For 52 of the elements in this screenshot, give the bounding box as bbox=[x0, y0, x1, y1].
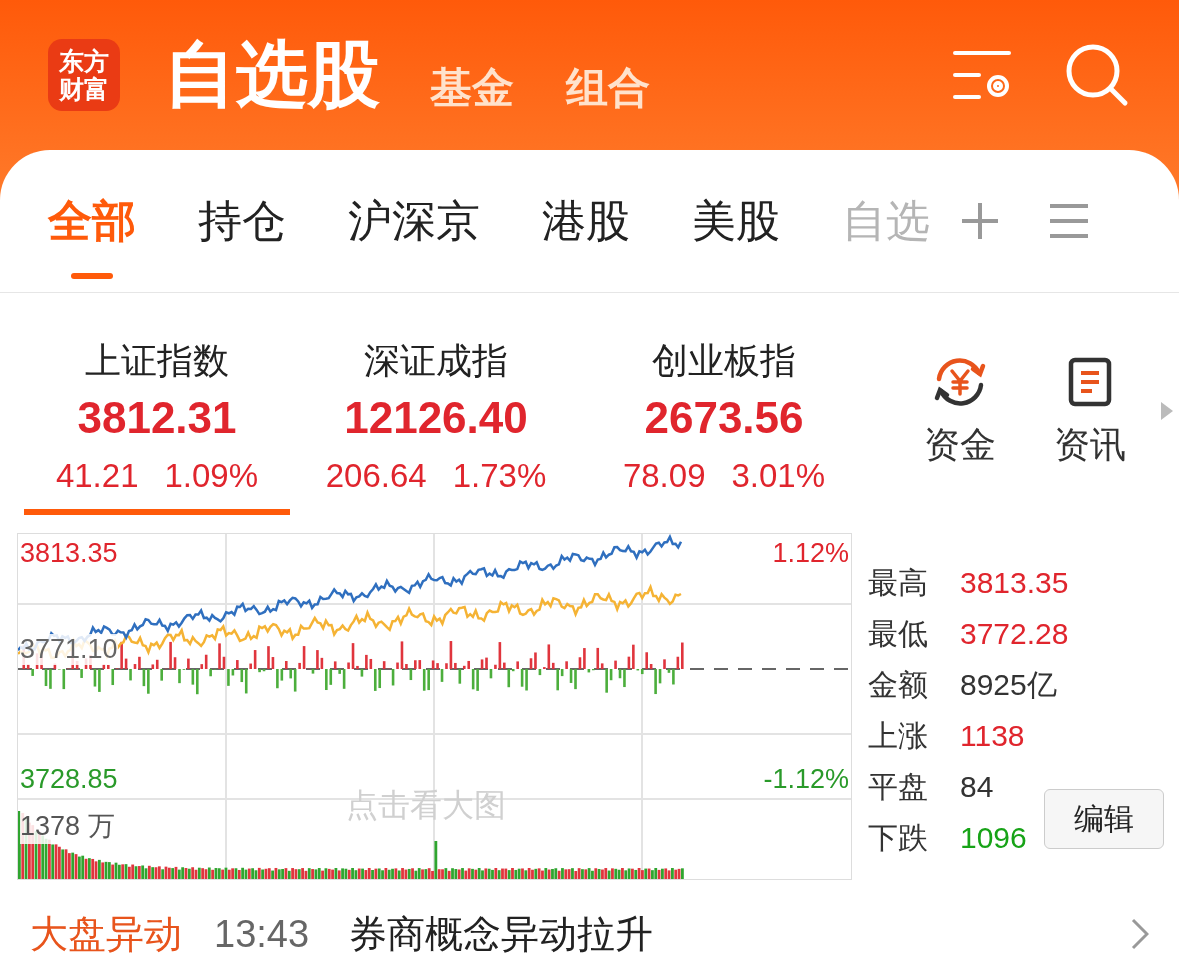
yuan-cycle-icon[interactable] bbox=[933, 357, 987, 407]
stat-value: 1096 bbox=[960, 820, 1027, 856]
triangle-right-icon[interactable] bbox=[1160, 401, 1174, 421]
stat-value: 3772.28 bbox=[960, 616, 1069, 652]
tab[interactable]: 美股 bbox=[692, 163, 780, 279]
index-percent: 1.73% bbox=[452, 456, 547, 496]
edit-button[interactable]: 编辑 bbox=[1044, 789, 1164, 849]
chevron-right-icon[interactable] bbox=[1131, 918, 1149, 950]
stat-label: 下跌 bbox=[868, 820, 928, 856]
stat-value: 3813.35 bbox=[960, 565, 1069, 601]
index-percent: 1.09% bbox=[164, 456, 259, 496]
index-value: 12126.40 bbox=[344, 392, 528, 444]
stat-label: 上涨 bbox=[868, 718, 928, 754]
news-headline[interactable]: 券商概念异动拉升 bbox=[349, 908, 1131, 960]
shortcut-label[interactable]: 资金 bbox=[924, 421, 996, 470]
tab[interactable]: 持仓 bbox=[198, 163, 286, 279]
index-card[interactable]: 深证成指 12126.40 206.64 1.73% bbox=[294, 333, 578, 515]
stat-label: 平盘 bbox=[868, 769, 928, 805]
page-title: 自选股 bbox=[164, 33, 380, 116]
index-name: 深证成指 bbox=[364, 339, 508, 383]
index-percent: 3.01% bbox=[731, 456, 826, 496]
axis-label: 3771.10 bbox=[20, 634, 118, 665]
index-card[interactable]: 上证指数 3812.31 41.21 1.09% bbox=[24, 333, 290, 515]
stat-label: 最高 bbox=[868, 565, 928, 601]
stat-value: 84 bbox=[960, 769, 994, 805]
index-change: 78.09 bbox=[622, 456, 706, 496]
axis-label: 1.12% bbox=[772, 538, 849, 569]
news-time: 13:43 bbox=[214, 912, 310, 956]
menu-icon[interactable] bbox=[1050, 204, 1088, 238]
tab[interactable]: 港股 bbox=[542, 163, 630, 279]
axis-label: 3728.85 bbox=[20, 764, 118, 795]
tab[interactable]: 沪深京 bbox=[348, 163, 480, 279]
index-name: 创业板指 bbox=[652, 339, 796, 383]
axis-label: 3813.35 bbox=[20, 538, 118, 569]
volume-label: 1378 万 bbox=[20, 808, 115, 844]
axis-label: -1.12% bbox=[763, 764, 849, 795]
add-icon[interactable] bbox=[960, 201, 1000, 241]
index-value: 2673.56 bbox=[644, 392, 804, 444]
stat-label: 最低 bbox=[868, 616, 928, 652]
app-logo: 东方 财富 bbox=[48, 39, 120, 111]
shortcut-label[interactable]: 资讯 bbox=[1054, 421, 1126, 470]
index-change: 41.21 bbox=[55, 456, 139, 496]
stat-value: 8925亿 bbox=[960, 667, 1057, 703]
index-change: 206.64 bbox=[325, 456, 427, 496]
index-value: 3812.31 bbox=[77, 392, 237, 444]
stat-label: 金额 bbox=[868, 667, 928, 703]
search-icon[interactable] bbox=[1065, 43, 1129, 107]
stat-value: 1138 bbox=[960, 718, 1025, 754]
index-card[interactable]: 创业板指 2673.56 78.09 3.01% bbox=[582, 333, 866, 515]
index-name: 上证指数 bbox=[85, 339, 229, 383]
news-tag: 大盘异动 bbox=[30, 908, 182, 960]
document-icon[interactable] bbox=[1068, 357, 1112, 407]
